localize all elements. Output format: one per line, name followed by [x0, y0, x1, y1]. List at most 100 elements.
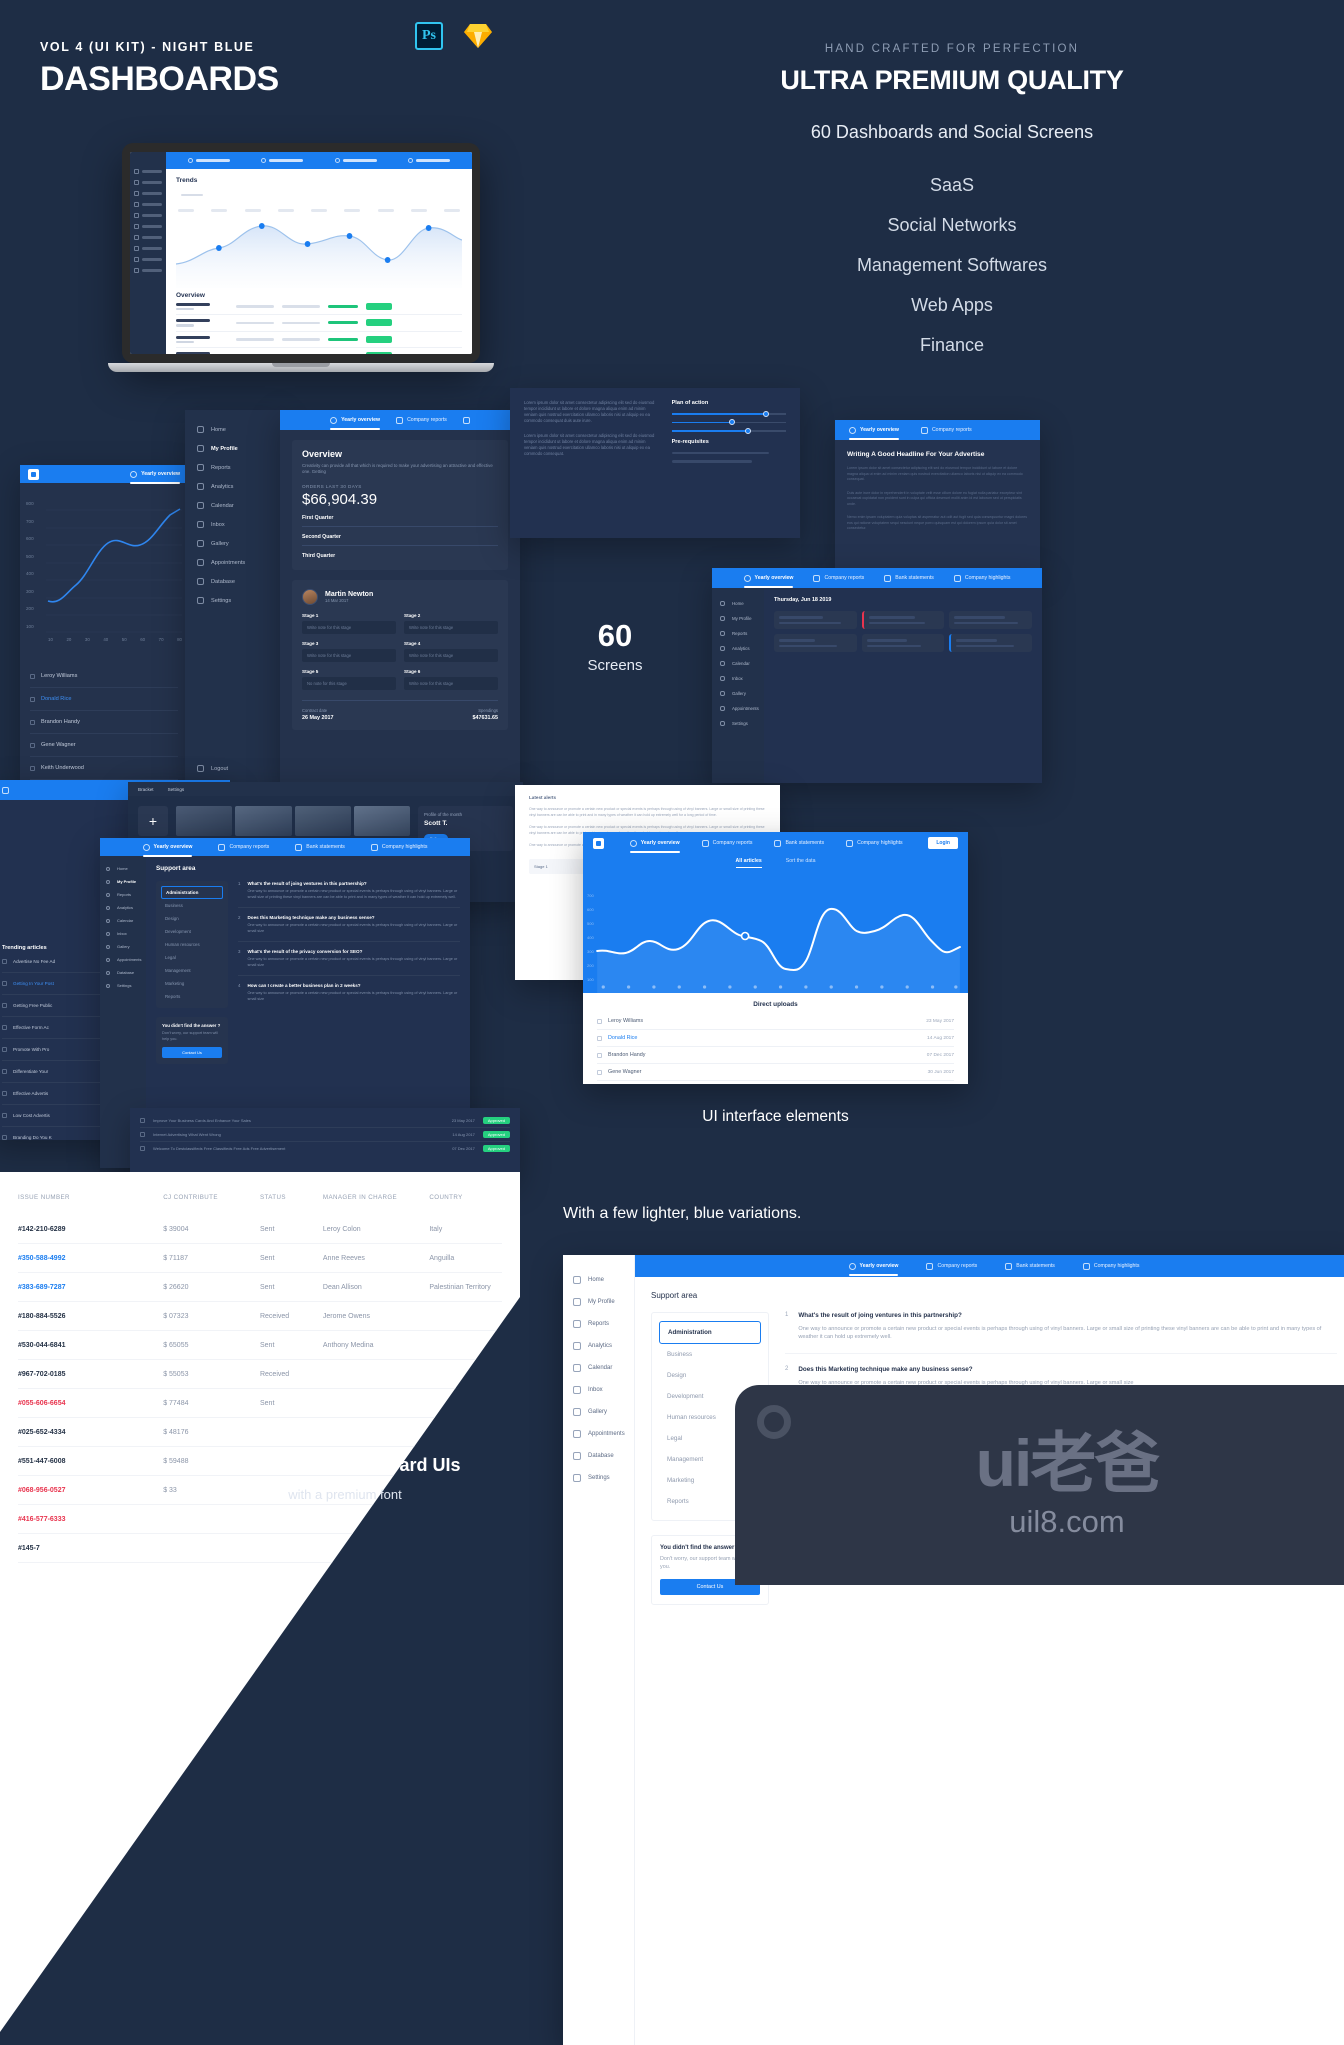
stage-input[interactable]: No note for this stage [302, 677, 396, 690]
table-row[interactable]: #055-606-6654 $ 77484 Sent [18, 1388, 502, 1418]
list-item[interactable]: Gene Wagner 30 Jun 2017 [597, 1064, 954, 1081]
tab-yearly-overview[interactable]: Yearly overview [130, 470, 180, 484]
faq-item[interactable]: 4 How can I create a better business pla… [238, 983, 460, 1002]
checkbox[interactable] [2, 1003, 7, 1008]
faq-item[interactable]: 3 What's the result of the privacy conve… [238, 949, 460, 976]
tab-bank-statements[interactable]: Bank statements [774, 839, 824, 847]
tab-company-reports[interactable]: Company reports [701, 839, 752, 847]
calendar-event[interactable] [774, 611, 857, 629]
table-row[interactable] [176, 348, 462, 354]
sidebar-item-inbox[interactable]: Inbox [100, 927, 146, 940]
checkbox[interactable] [597, 1069, 602, 1075]
tab-bank-statements[interactable] [462, 416, 470, 424]
sidebar-item-gallery[interactable]: Gallery [185, 534, 280, 553]
table-row[interactable]: Improve Your Business Cards And Enhance … [140, 1114, 510, 1128]
sidebar-item-reports[interactable] [130, 188, 166, 199]
sidebar-item-my-profile[interactable]: My Profile [100, 875, 146, 888]
tab-company-reports[interactable]: Company reports [813, 574, 864, 582]
calendar-event[interactable] [861, 634, 945, 652]
checkbox[interactable] [2, 1069, 7, 1074]
list-item[interactable]: Keith Underwood [30, 757, 178, 780]
sidebar-item-calendar[interactable]: Calendar [563, 1357, 634, 1379]
sidebar-item-appointments[interactable] [130, 243, 166, 254]
category-item[interactable]: Design [161, 912, 223, 925]
list-item[interactable]: Brandon Handy 07 Dec 2017 [597, 1047, 954, 1064]
checkbox[interactable] [597, 1035, 602, 1041]
sidebar-item-gallery[interactable] [130, 232, 166, 243]
table-row[interactable]: #350-588-4992 $ 71187 Sent Anne Reeves Angui… [18, 1243, 502, 1273]
photo-thumb[interactable] [294, 806, 351, 836]
tab-company-highlights[interactable]: Company highlights [1082, 1262, 1139, 1270]
list-item[interactable]: Leroy Williams 23 May 2017 [597, 1013, 954, 1030]
sidebar-item-appointments[interactable]: Appointments [563, 1423, 634, 1445]
subtab-all-articles[interactable]: All articles [735, 858, 762, 868]
tab-company-highlights[interactable]: Company highlights [953, 574, 1010, 582]
list-item[interactable]: Gene Wagner [30, 734, 178, 757]
sidebar-item-reports[interactable]: Reports [185, 458, 280, 477]
table-row[interactable] [176, 332, 462, 348]
category-item[interactable]: Management [161, 964, 223, 977]
faq-item[interactable]: 2 Does this Marketing technique make any… [238, 915, 460, 942]
sidebar-item-appointments[interactable]: Appointments [185, 553, 280, 572]
sidebar-item-home[interactable]: Home [185, 420, 280, 439]
sidebar-item-database[interactable]: Database [100, 966, 146, 979]
category-item[interactable]: Reports [161, 990, 223, 1003]
tab-bank-statements[interactable]: Bank statements [1005, 1262, 1055, 1270]
sidebar-item-database[interactable] [130, 254, 166, 265]
category-item[interactable]: Development [161, 925, 223, 938]
checkbox[interactable] [30, 696, 35, 702]
checkbox[interactable] [140, 1146, 145, 1151]
checkbox[interactable] [30, 765, 35, 771]
tab-company-reports[interactable] [261, 158, 304, 163]
sidebar-item-gallery[interactable]: Gallery [712, 686, 764, 701]
checkbox[interactable] [2, 1113, 7, 1118]
subtab-sort-the-data[interactable]: Sort the data [786, 858, 816, 868]
checkbox[interactable] [30, 719, 35, 725]
checkbox[interactable] [140, 1132, 145, 1137]
sidebar-item-analytics[interactable] [130, 199, 166, 210]
contact-us-button[interactable]: Contact Us [162, 1047, 222, 1058]
faq-item[interactable]: 1 What's the result of joing ventures in… [785, 1312, 1337, 1354]
sidebar-item-my-profile[interactable]: My Profile [712, 611, 764, 626]
tab-bank-statements[interactable] [334, 158, 377, 163]
table-row[interactable]: Welcome To Destclassifieds Free Classifi… [140, 1142, 510, 1155]
category-item[interactable]: Design [659, 1365, 761, 1386]
quarter-row[interactable]: First Quarter [302, 508, 498, 527]
checkbox[interactable] [140, 1118, 145, 1123]
sidebar-item-gallery[interactable]: Gallery [563, 1401, 634, 1423]
sidebar-item-appointments[interactable]: Appointments [100, 953, 146, 966]
sidebar-item-calendar[interactable]: Calendar [100, 914, 146, 927]
sidebar-item-my-profile[interactable] [130, 177, 166, 188]
checkbox[interactable] [597, 1052, 602, 1058]
tab-yearly-overview[interactable]: Yearly overview [743, 574, 793, 588]
category-item[interactable]: Marketing [161, 977, 223, 990]
checkbox[interactable] [30, 673, 35, 679]
sidebar-item-reports[interactable]: Reports [563, 1313, 634, 1335]
checkbox[interactable] [2, 1047, 7, 1052]
category-item[interactable]: Business [659, 1344, 761, 1365]
checkbox[interactable] [2, 959, 7, 964]
sidebar-item-my-profile[interactable]: My Profile [563, 1291, 634, 1313]
add-button[interactable]: + [138, 806, 168, 836]
quarter-row[interactable]: Third Quarter [302, 546, 498, 561]
tab-yearly-overview[interactable]: Yearly overview [629, 839, 680, 853]
category-item-selected[interactable]: Administration [161, 886, 223, 899]
category-item[interactable]: Business [161, 899, 223, 912]
tab-company-highlights[interactable]: Company highlights [846, 839, 903, 847]
feed-menu-settings[interactable]: Settings [168, 787, 185, 792]
checkbox[interactable] [30, 742, 35, 748]
list-item[interactable]: Donald Rice [30, 688, 178, 711]
sidebar-item-reports[interactable]: Reports [712, 626, 764, 641]
sidebar-item-home[interactable]: Home [100, 862, 146, 875]
stage-input[interactable]: Write note for this stage [302, 649, 396, 662]
sidebar-item-home[interactable]: Home [563, 1269, 634, 1291]
calendar-event[interactable] [949, 611, 1033, 629]
table-row[interactable] [176, 315, 462, 332]
table-row[interactable]: Internet Advertising What Went Wrong 14 … [140, 1128, 510, 1142]
sidebar-item-calendar[interactable]: Calendar [185, 496, 280, 515]
tab-company-highlights[interactable] [408, 158, 451, 163]
tab-yearly-overview[interactable] [187, 158, 230, 163]
list-item[interactable]: Leroy Williams [30, 665, 178, 688]
slider[interactable] [671, 419, 786, 425]
tab-yearly-overview[interactable]: Yearly overview [849, 426, 899, 440]
